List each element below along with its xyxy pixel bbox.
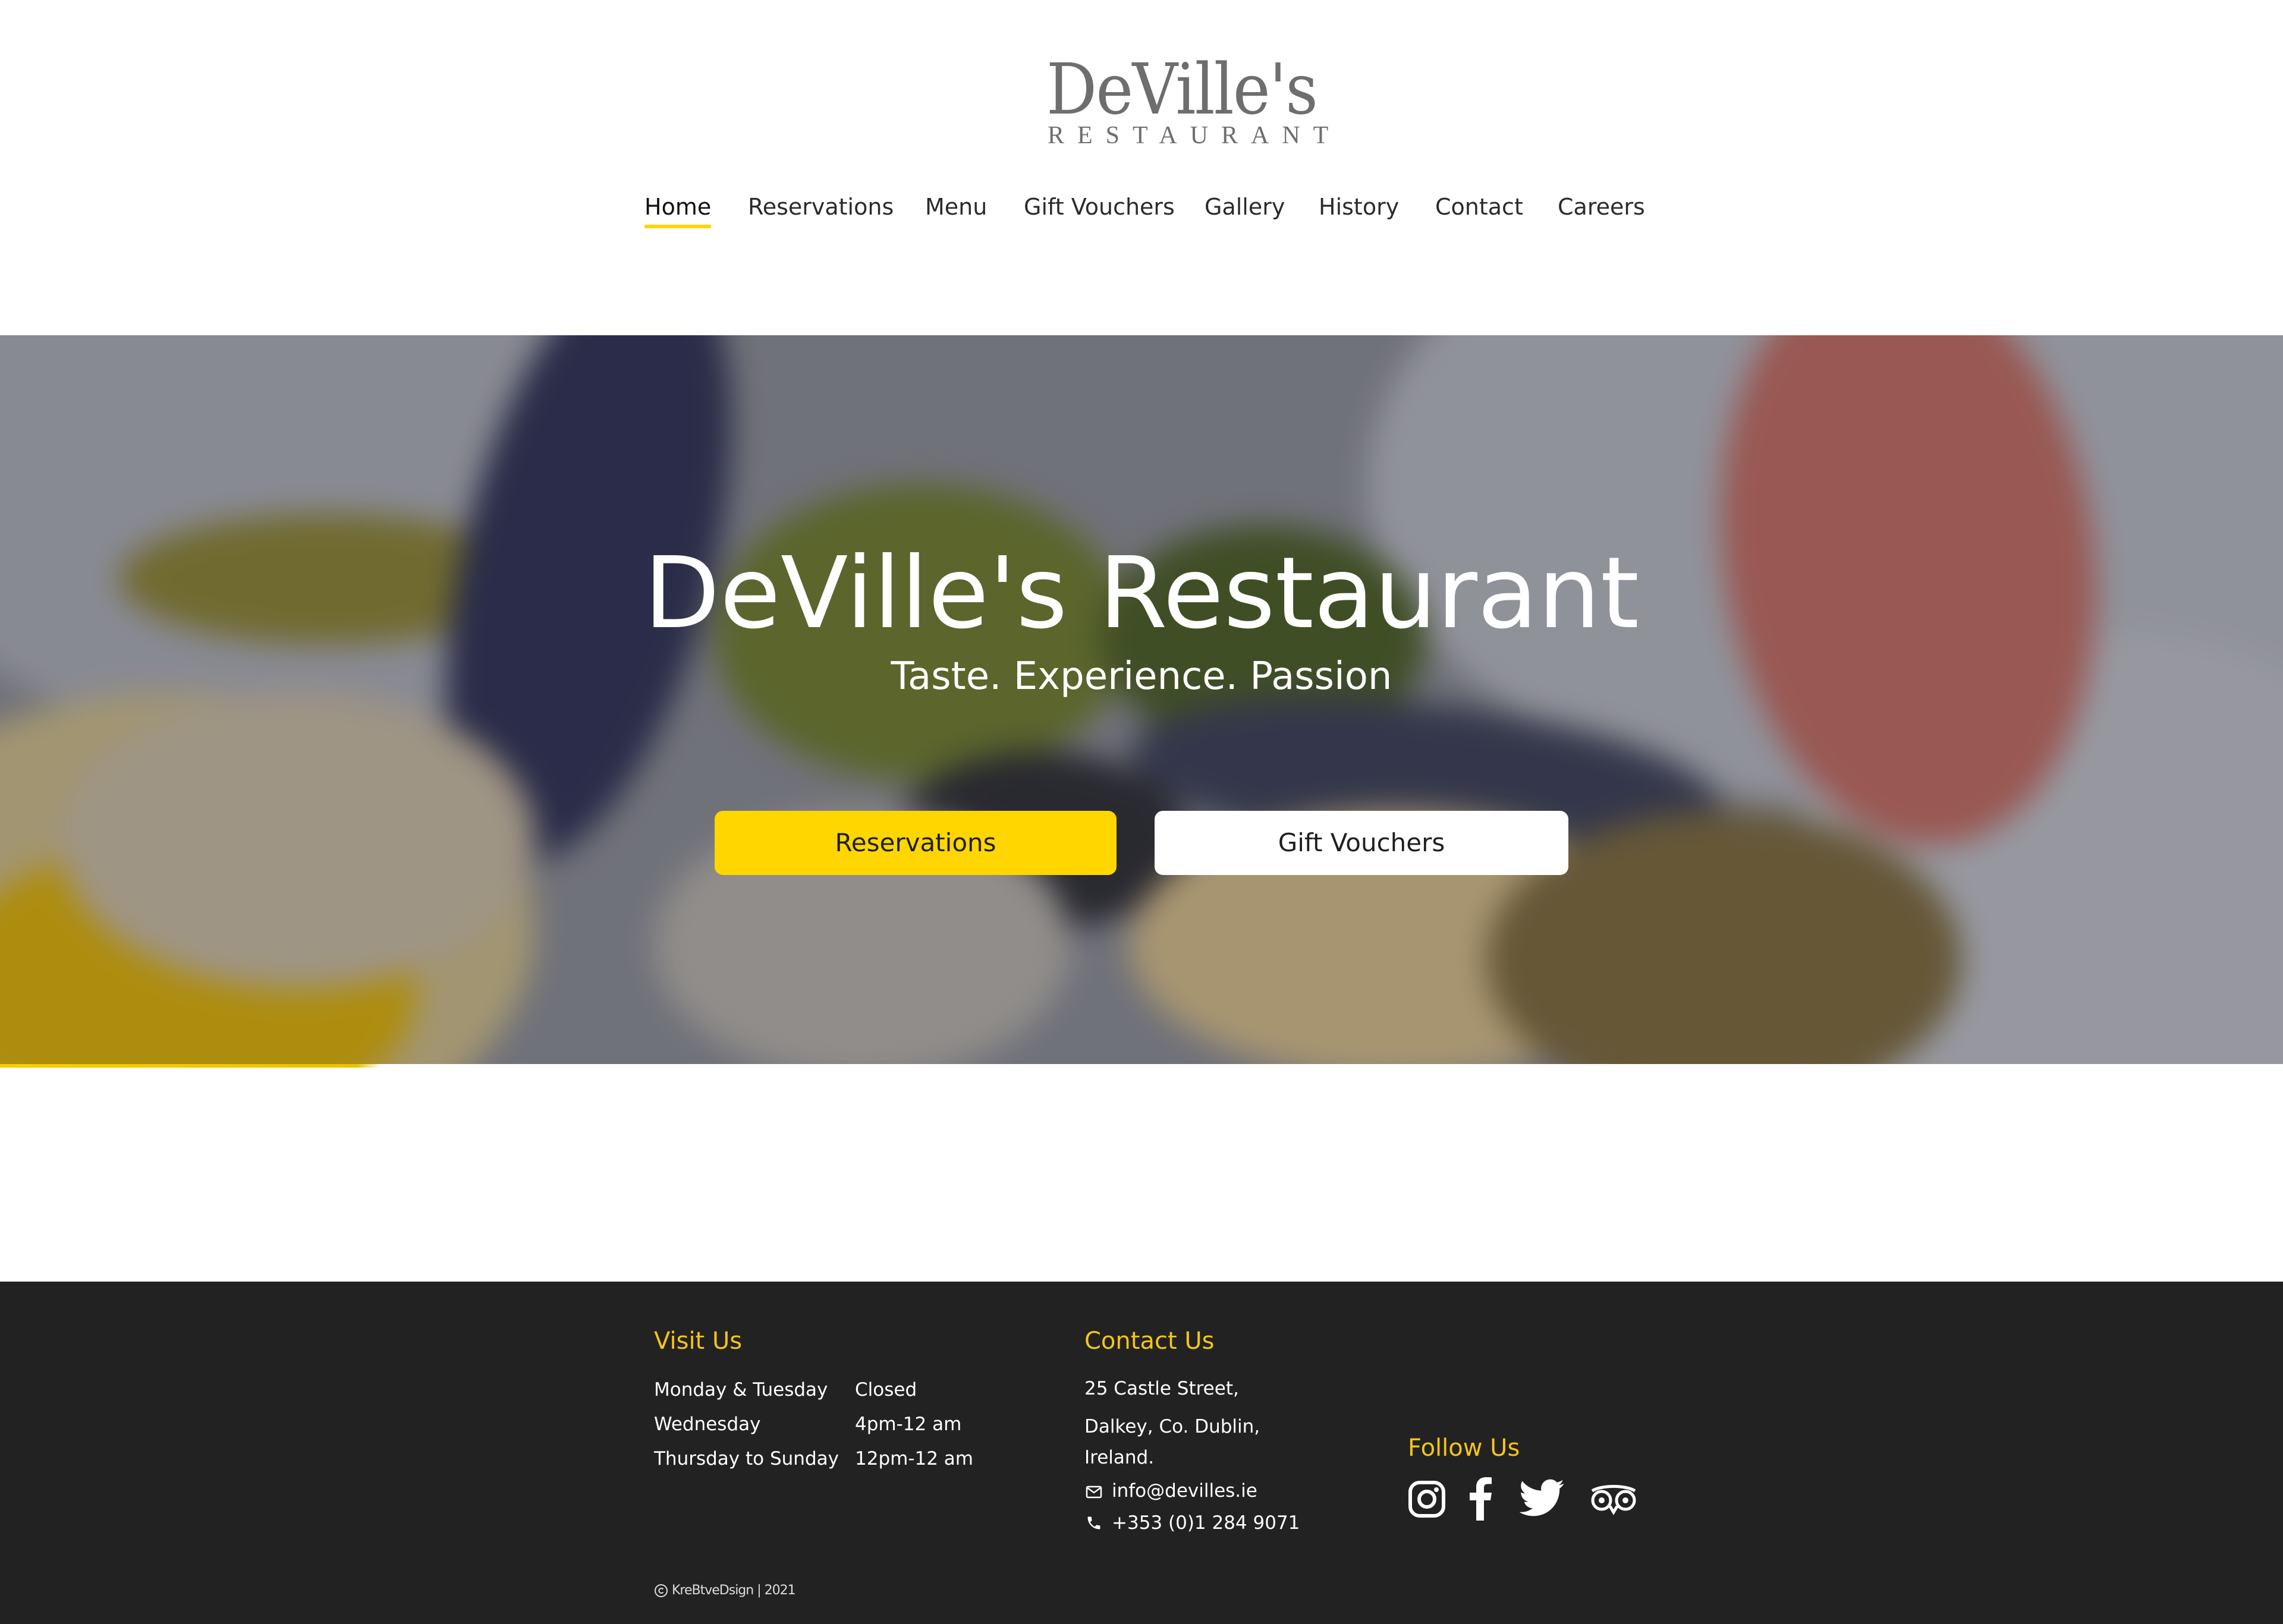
nav-item-label: Contact (1435, 194, 1523, 220)
email-link[interactable]: info@devilles.ie (1112, 1479, 1257, 1503)
address-line: 25 Castle Street, (1084, 1378, 1239, 1399)
site-footer: Visit Us Monday & Tuesday Closed Wednesd… (0, 1282, 2283, 1624)
active-nav-underline (644, 225, 712, 228)
nav-item-reservations[interactable]: Reservations (748, 190, 894, 224)
nav-item-label: History (1319, 194, 1400, 220)
twitter-icon[interactable] (1520, 1479, 1565, 1517)
hero-divider (0, 1064, 2283, 1068)
contact-us-heading: Contact Us (1084, 1327, 1215, 1355)
hero-overlay (0, 335, 2283, 1068)
site-header: DeVille's RESTAURANT Home Reservations M… (0, 0, 2283, 335)
nav-item-gift-vouchers[interactable]: Gift Vouchers (1024, 190, 1175, 224)
nav-item-careers[interactable]: Careers (1558, 190, 1645, 224)
mail-icon (1086, 1485, 1102, 1499)
nav-item-label: Reservations (748, 194, 894, 220)
nav-item-gallery[interactable]: Gallery (1205, 190, 1285, 224)
nav-item-history[interactable]: History (1319, 190, 1399, 224)
hours-days: Monday & Tuesday (654, 1379, 828, 1400)
gift-vouchers-button[interactable]: Gift Vouchers (1155, 811, 1568, 875)
nav-item-label: Careers (1558, 194, 1645, 220)
copyright-text: KreBtveDsign | 2021 (672, 1583, 796, 1598)
phone-link[interactable]: +353 (0)1 284 9071 (1112, 1511, 1300, 1535)
phone-icon (1087, 1516, 1100, 1529)
hours-days: Thursday to Sunday (654, 1448, 839, 1469)
facebook-icon[interactable] (1468, 1477, 1492, 1521)
nav-item-menu[interactable]: Menu (925, 190, 987, 224)
visit-us-heading: Visit Us (654, 1327, 743, 1355)
tripadvisor-icon[interactable] (1589, 1483, 1639, 1516)
hero-title: DeVille's Restaurant (643, 536, 1640, 651)
copyright-icon (655, 1584, 668, 1597)
copyright: KreBtveDsign | 2021 (654, 1582, 796, 1600)
nav-item-label: Gallery (1205, 194, 1285, 220)
nav-item-label: Gift Vouchers (1024, 194, 1175, 220)
address-line: Ireland. (1084, 1447, 1155, 1468)
address-line: Dalkey, Co. Dublin, (1084, 1416, 1260, 1437)
nav-item-contact[interactable]: Contact (1435, 190, 1523, 224)
hours-time: Closed (855, 1379, 917, 1400)
main-nav: Home Reservations Menu Gift Vouchers Gal… (0, 190, 2283, 232)
follow-us-heading: Follow Us (1408, 1434, 1520, 1462)
hours-days: Wednesday (654, 1414, 761, 1435)
hero-section: DeVille's Restaurant Taste. Experience. … (0, 335, 2283, 1068)
reservations-button[interactable]: Reservations (715, 811, 1117, 875)
nav-item-label: Home (644, 194, 712, 220)
nav-item-home[interactable]: Home (644, 190, 712, 228)
hero-tagline: Taste. Experience. Passion (891, 654, 1392, 698)
hours-time: 4pm-12 am (855, 1414, 962, 1435)
logo-name: DeVille's (1046, 48, 1318, 130)
nav-item-label: Menu (925, 194, 988, 220)
site-logo[interactable]: DeVille's RESTAURANT (1034, 48, 1328, 148)
instagram-icon[interactable] (1408, 1480, 1446, 1518)
hours-time: 12pm-12 am (855, 1448, 974, 1469)
